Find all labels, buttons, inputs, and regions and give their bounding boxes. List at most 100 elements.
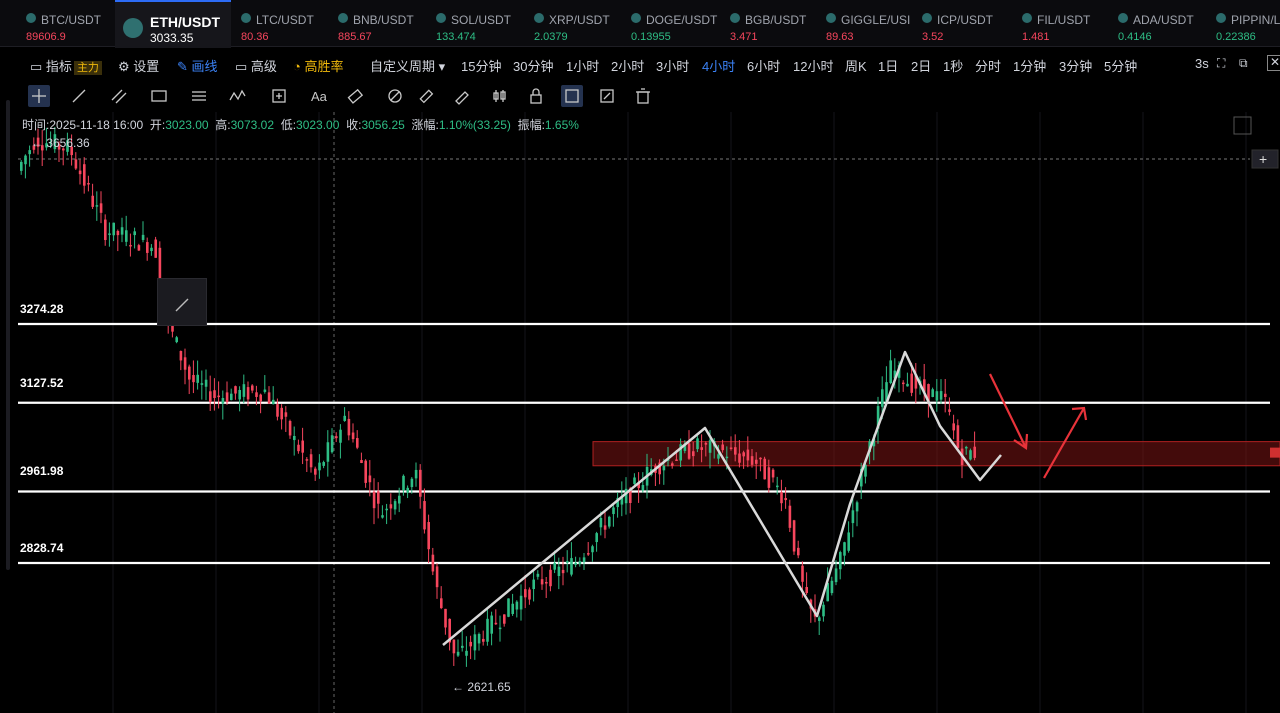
ticker-bnbusdt[interactable]: BNB/USDT 885.67: [338, 0, 432, 46]
ticker-price: 89.63: [826, 31, 854, 43]
candle-body: [532, 579, 535, 590]
rectangle-icon[interactable]: [148, 85, 170, 107]
candle-body: [116, 230, 120, 236]
candle-body: [956, 425, 960, 448]
indicator-button[interactable]: ▭ 指标 主力: [30, 56, 102, 75]
coin-icon: [26, 13, 36, 23]
candle-body: [335, 436, 338, 439]
period-2[interactable]: 1小时: [566, 56, 599, 75]
ticker-adausdt[interactable]: ADA/USDT 0.4146: [1118, 0, 1212, 46]
period-7[interactable]: 12小时: [793, 56, 833, 75]
period-9[interactable]: 1日: [878, 56, 898, 75]
magnet-icon[interactable]: [561, 85, 583, 107]
candle-body: [99, 203, 103, 213]
line-tool-popup[interactable]: [157, 278, 207, 326]
edit-icon[interactable]: [596, 85, 618, 107]
candle-body: [95, 205, 99, 207]
period-10[interactable]: 2日: [911, 56, 931, 75]
period-8[interactable]: 周K: [845, 56, 867, 75]
measure-icon[interactable]: [268, 85, 290, 107]
price-chart[interactable]: +: [18, 112, 1280, 713]
eraser-icon[interactable]: [344, 85, 366, 107]
candle-body: [301, 440, 304, 453]
zone-handle: [1270, 447, 1280, 458]
brush-icon[interactable]: [451, 85, 473, 107]
candle-body: [83, 164, 86, 186]
candle-body: [612, 507, 615, 515]
draw-button[interactable]: ✎ 画线: [177, 56, 218, 75]
ticker-ltcusdt[interactable]: LTC/USDT 80.36: [241, 0, 335, 46]
parallel-channel-icon[interactable]: [108, 85, 130, 107]
clock-icon: ◔: [293, 59, 301, 74]
delete-icon[interactable]: [632, 85, 654, 107]
ticker-icpusdt[interactable]: ICP/USDT 3.52: [922, 0, 1016, 46]
candle-body: [272, 399, 275, 405]
period-3[interactable]: 2小时: [611, 56, 644, 75]
candle-body: [339, 429, 342, 443]
ticker-btcusdt[interactable]: BTC/USDT 89606.9: [26, 0, 120, 46]
candle-body: [948, 409, 951, 412]
highlighter-icon[interactable]: [384, 85, 406, 107]
popout-icon[interactable]: ⧉: [1239, 56, 1248, 71]
period-6[interactable]: 6小时: [747, 56, 780, 75]
candle-body: [965, 446, 968, 449]
candle-body: [347, 418, 351, 436]
trend-line-icon[interactable]: [68, 85, 90, 107]
level-label: 2961.98: [20, 464, 64, 478]
candle-body: [444, 608, 447, 628]
ticker-symbol: FIL/USDT: [1037, 13, 1091, 27]
candle-body: [671, 463, 674, 466]
period-12[interactable]: 分时: [975, 56, 1001, 75]
period-13[interactable]: 1分钟: [1013, 56, 1046, 75]
period-14[interactable]: 3分钟: [1059, 56, 1092, 75]
period-5[interactable]: 4小时: [702, 56, 735, 75]
candle-body: [834, 568, 838, 583]
candle-body: [179, 350, 183, 361]
ticker-pippinl[interactable]: PIPPIN/L 0.22386: [1216, 0, 1280, 46]
close-icon[interactable]: ✕: [1267, 55, 1280, 71]
candle-body: [792, 520, 796, 552]
period-11[interactable]: 1秒: [943, 56, 963, 75]
candle-body: [818, 617, 821, 621]
period-15[interactable]: 5分钟: [1104, 56, 1137, 75]
ticker-dogeusdt[interactable]: DOGE/USDT 0.13955: [631, 0, 725, 46]
fullscreen-icon[interactable]: ⛶: [1217, 56, 1225, 71]
ticker-price: 0.4146: [1118, 31, 1152, 43]
ticker-symbol: DOGE/USDT: [646, 13, 718, 27]
ruler-icon[interactable]: [415, 85, 437, 107]
ticker-symbol: BNB/USDT: [353, 13, 414, 27]
left-scrollbar[interactable]: [6, 100, 10, 570]
candle-body: [557, 566, 561, 577]
candle-body: [553, 562, 556, 570]
period-1[interactable]: 30分钟: [513, 56, 553, 75]
candle-body: [490, 615, 493, 634]
candle-body: [410, 478, 414, 488]
window-icon: ▭: [235, 59, 248, 74]
candles-icon[interactable]: [490, 85, 512, 107]
candle-body: [578, 561, 582, 564]
ticker-giggleusi[interactable]: GIGGLE/USI 89.63: [826, 0, 920, 46]
fib-icon[interactable]: [188, 85, 210, 107]
ticker-ethusdt[interactable]: ETH/USDT 3033.35: [115, 0, 231, 48]
wave-icon[interactable]: [226, 85, 248, 107]
advanced-button[interactable]: ▭ 高级: [235, 56, 277, 75]
candle-body: [519, 595, 523, 610]
refresh-interval[interactable]: 3s: [1195, 56, 1209, 71]
crosshair-icon[interactable]: [28, 85, 50, 107]
custom-period-dropdown[interactable]: 自定义周期 ▾: [370, 56, 445, 75]
candle-body: [461, 645, 464, 648]
ticker-filusdt[interactable]: FIL/USDT 1.481: [1022, 0, 1116, 46]
text-icon[interactable]: Aa: [308, 85, 330, 107]
candle-body: [309, 454, 313, 468]
settings-button[interactable]: ⚙ 设置: [118, 56, 159, 75]
ticker-xrpusdt[interactable]: XRP/USDT 2.0379: [534, 0, 628, 46]
period-0[interactable]: 15分钟: [461, 56, 501, 75]
lock-icon[interactable]: [525, 85, 547, 107]
ticker-solusdt[interactable]: SOL/USDT 133.474: [436, 0, 530, 46]
win-rate-button[interactable]: ◔ 高胜率: [293, 56, 344, 75]
candle-body: [528, 589, 531, 600]
indicator-icon: ▭: [30, 59, 43, 74]
period-4[interactable]: 3小时: [656, 56, 689, 75]
ticker-bgbusdt[interactable]: BGB/USDT 3.471: [730, 0, 824, 46]
candle-body: [776, 485, 779, 488]
